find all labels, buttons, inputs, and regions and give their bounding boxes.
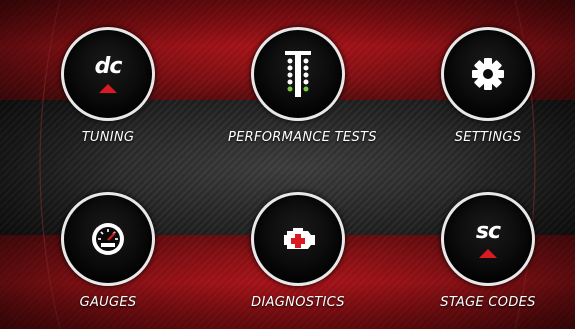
sc-logo-text: sc	[475, 218, 501, 244]
menu-tile-gauges[interactable]: GAUGES	[38, 192, 178, 310]
speedometer-icon	[92, 223, 124, 255]
gauges-button[interactable]	[61, 192, 155, 286]
tuning-button[interactable]: dc	[61, 27, 155, 121]
performance-tests-label: PERFORMANCE TESTS	[228, 130, 377, 145]
stage-codes-button[interactable]: sc	[441, 192, 535, 286]
menu-tile-tuning[interactable]: dc TUNING	[38, 27, 178, 145]
performance-tests-button[interactable]	[251, 27, 345, 121]
menu-tile-settings[interactable]: SETTINGS	[418, 27, 558, 145]
gear-icon	[472, 58, 504, 90]
settings-button[interactable]	[441, 27, 535, 121]
dc-logo-text: dc	[94, 53, 123, 79]
stage-codes-label: STAGE CODES	[440, 295, 536, 310]
settings-label: SETTINGS	[454, 130, 522, 145]
menu-tile-stage-codes[interactable]: sc STAGE CODES	[418, 192, 558, 310]
diagnostics-label: DIAGNOSTICS	[251, 295, 345, 310]
menu-tile-performance-tests[interactable]: PERFORMANCE TESTS	[228, 27, 377, 145]
diagnostics-button[interactable]	[251, 192, 345, 286]
main-menu-screen: dc TUNING PERFORMANCE TESTS SETTINGS GAU…	[0, 0, 575, 329]
drag-tree-icon	[285, 51, 311, 97]
sc-logo-icon: sc	[475, 218, 501, 258]
check-engine-icon	[284, 228, 315, 249]
menu-tile-diagnostics[interactable]: DIAGNOSTICS	[228, 192, 368, 310]
dc-logo-icon: dc	[94, 53, 123, 93]
gauges-label: GAUGES	[79, 295, 137, 310]
tuning-label: TUNING	[81, 130, 135, 145]
